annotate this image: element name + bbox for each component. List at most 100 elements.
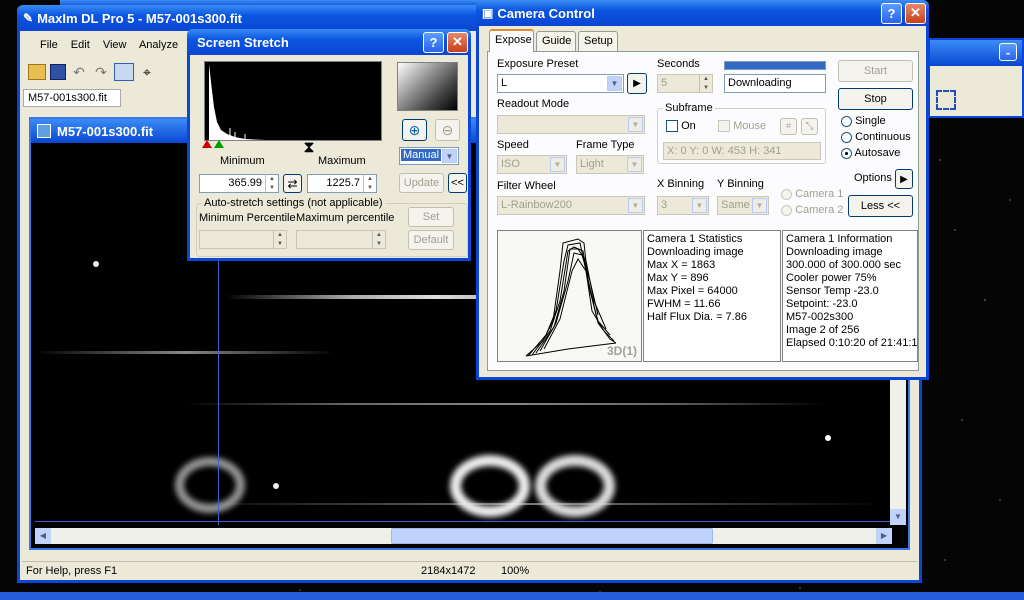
star-trail bbox=[35, 351, 335, 354]
filter-wheel-value: L-Rainbow200 bbox=[501, 199, 572, 211]
save-icon[interactable] bbox=[50, 64, 66, 80]
zoom-in-icon[interactable]: ⊕ bbox=[402, 119, 427, 141]
chevron-down-icon[interactable]: ▼ bbox=[628, 198, 643, 213]
chevron-down-icon[interactable]: ▼ bbox=[550, 157, 565, 172]
min-percentile-input[interactable]: ▲ ▼ bbox=[199, 230, 287, 249]
max-marker-icon[interactable] bbox=[214, 140, 224, 148]
y-binning-select[interactable]: Same ▼ bbox=[717, 196, 769, 215]
update-button[interactable]: Update bbox=[399, 173, 444, 193]
single-radio[interactable]: Single bbox=[841, 115, 886, 127]
mouse-checkbox[interactable]: Mouse bbox=[718, 120, 766, 133]
min-value-input[interactable]: 365.99 ▲ ▼ bbox=[199, 174, 279, 193]
menu-view[interactable]: View bbox=[103, 39, 127, 51]
hourglass-slider-icon[interactable]: ⧗ bbox=[302, 140, 316, 169]
set-button[interactable]: Set bbox=[408, 207, 454, 227]
filter-wheel-select[interactable]: L-Rainbow200 ▼ bbox=[497, 196, 645, 215]
min-percentile-label: Minimum Percentile bbox=[199, 212, 296, 224]
max-value-input[interactable]: 1225.7 ▲ ▼ bbox=[307, 174, 377, 193]
minimize-icon[interactable]: - bbox=[999, 43, 1017, 61]
checkbox-icon[interactable] bbox=[718, 120, 730, 133]
default-button[interactable]: Default bbox=[408, 230, 454, 250]
help-icon[interactable]: ? bbox=[423, 31, 444, 53]
chevron-down-icon[interactable]: ▼ bbox=[442, 149, 457, 163]
camera2-radio[interactable]: Camera 2 bbox=[781, 204, 843, 216]
subframe-full-icon[interactable]: ⤡ bbox=[801, 118, 818, 135]
chevron-down-icon[interactable]: ▼ bbox=[692, 198, 707, 213]
document-tab[interactable]: M57-001s300.fit bbox=[23, 89, 121, 107]
max-percentile-input[interactable]: ▲ ▼ bbox=[296, 230, 386, 249]
start-button[interactable]: Start bbox=[838, 60, 913, 82]
swap-icon[interactable]: ⇄ bbox=[283, 174, 302, 193]
x-binning-select[interactable]: 3 ▼ bbox=[657, 196, 709, 215]
on-label: On bbox=[681, 120, 696, 132]
max-percentile-label: Maximum percentile bbox=[296, 212, 395, 224]
subframe-select-icon[interactable]: ⌗ bbox=[780, 118, 797, 135]
help-icon[interactable]: ? bbox=[881, 2, 902, 24]
stats-line: Max X = 1863 bbox=[647, 259, 716, 271]
tab-setup[interactable]: Setup bbox=[578, 31, 618, 51]
speed-select[interactable]: ISO ▼ bbox=[497, 155, 567, 174]
3d-graph-label: 3D(1) bbox=[606, 344, 637, 358]
stop-button[interactable]: Stop bbox=[838, 88, 913, 110]
chevron-down-icon[interactable]: ▼ bbox=[752, 198, 767, 213]
zoom-out-icon[interactable]: ⊖ bbox=[435, 119, 460, 141]
collapse-button[interactable]: << bbox=[448, 173, 467, 193]
radio-icon[interactable] bbox=[841, 131, 852, 143]
radio-icon[interactable] bbox=[841, 115, 852, 127]
min-marker-icon[interactable] bbox=[202, 140, 212, 148]
frame-type-select[interactable]: Light ▼ bbox=[576, 155, 644, 174]
chevron-down-icon[interactable]: ▼ bbox=[607, 76, 622, 91]
crosshair-icon[interactable]: ⌖ bbox=[138, 64, 156, 81]
options-arrow-icon[interactable]: ▶ bbox=[895, 169, 913, 189]
seconds-spinner[interactable]: ▲ ▼ bbox=[699, 75, 712, 92]
histogram[interactable] bbox=[204, 61, 382, 141]
info-line: Downloading image bbox=[786, 246, 883, 258]
autosave-radio[interactable]: Autosave bbox=[841, 147, 900, 159]
ring-nebula bbox=[450, 455, 530, 517]
options-label[interactable]: Options bbox=[854, 172, 892, 184]
open-folder-icon[interactable] bbox=[28, 64, 46, 80]
min-pct-spinner[interactable]: ▲ ▼ bbox=[273, 231, 286, 248]
scroll-thumb[interactable] bbox=[391, 528, 713, 544]
expose-tab-panel: Exposure Preset L ▼ ▶ Seconds 5 ▲ ▼ Downloa… bbox=[487, 51, 919, 371]
max-spinner[interactable]: ▲ ▼ bbox=[363, 175, 376, 192]
close-icon[interactable]: ✕ bbox=[447, 31, 468, 53]
stretch-titlebar[interactable]: Screen Stretch ? ✕ bbox=[187, 29, 471, 55]
menu-analyze[interactable]: Analyze bbox=[139, 39, 178, 51]
max-pct-spinner[interactable]: ▲ ▼ bbox=[372, 231, 385, 248]
horizontal-scrollbar[interactable]: ◀ ▶ bbox=[35, 528, 892, 544]
readout-mode-select[interactable]: ▼ bbox=[497, 115, 645, 134]
camera1-radio[interactable]: Camera 1 bbox=[781, 188, 843, 200]
subframe-coords: X: 0 Y: 0 W: 453 H: 341 bbox=[663, 142, 821, 160]
chevron-down-icon[interactable]: ▼ bbox=[627, 157, 642, 172]
less-button[interactable]: Less << bbox=[848, 195, 913, 217]
seconds-input[interactable]: 5 ▲ ▼ bbox=[657, 74, 713, 93]
exposure-preset-select[interactable]: L ▼ bbox=[497, 74, 624, 93]
scroll-right-icon[interactable]: ▶ bbox=[876, 528, 892, 544]
redo-icon[interactable]: ↷ bbox=[92, 64, 110, 81]
min-spinner[interactable]: ▲ ▼ bbox=[265, 175, 278, 192]
speed-value: ISO bbox=[501, 158, 520, 170]
crop-icon[interactable] bbox=[936, 90, 956, 110]
menu-edit[interactable]: Edit bbox=[71, 39, 90, 51]
camera-titlebar[interactable]: ▣ Camera Control ? ✕ bbox=[476, 0, 929, 26]
continuous-radio[interactable]: Continuous bbox=[841, 131, 911, 143]
preset-menu-icon[interactable]: ▶ bbox=[627, 73, 647, 94]
stretch-mode-select[interactable]: Manual ▼ bbox=[399, 147, 459, 165]
menu-file[interactable]: File bbox=[40, 39, 58, 51]
scroll-left-icon[interactable]: ◀ bbox=[35, 528, 51, 544]
scroll-down-icon[interactable]: ▼ bbox=[890, 509, 906, 525]
radio-icon[interactable] bbox=[781, 188, 792, 200]
preview-gradient bbox=[397, 62, 458, 111]
tab-expose[interactable]: Expose bbox=[489, 29, 534, 52]
image-view-icon[interactable] bbox=[114, 63, 134, 81]
radio-selected-icon[interactable] bbox=[841, 147, 852, 159]
close-icon[interactable]: ✕ bbox=[905, 2, 926, 24]
tab-guide[interactable]: Guide bbox=[536, 31, 576, 51]
checkbox-icon[interactable] bbox=[666, 120, 678, 133]
chevron-down-icon[interactable]: ▼ bbox=[628, 117, 643, 132]
undo-icon[interactable]: ↶ bbox=[70, 64, 88, 81]
radio-icon[interactable] bbox=[781, 204, 792, 216]
subframe-on-checkbox[interactable]: On bbox=[666, 120, 696, 133]
x-binning-label: X Binning bbox=[657, 178, 705, 190]
